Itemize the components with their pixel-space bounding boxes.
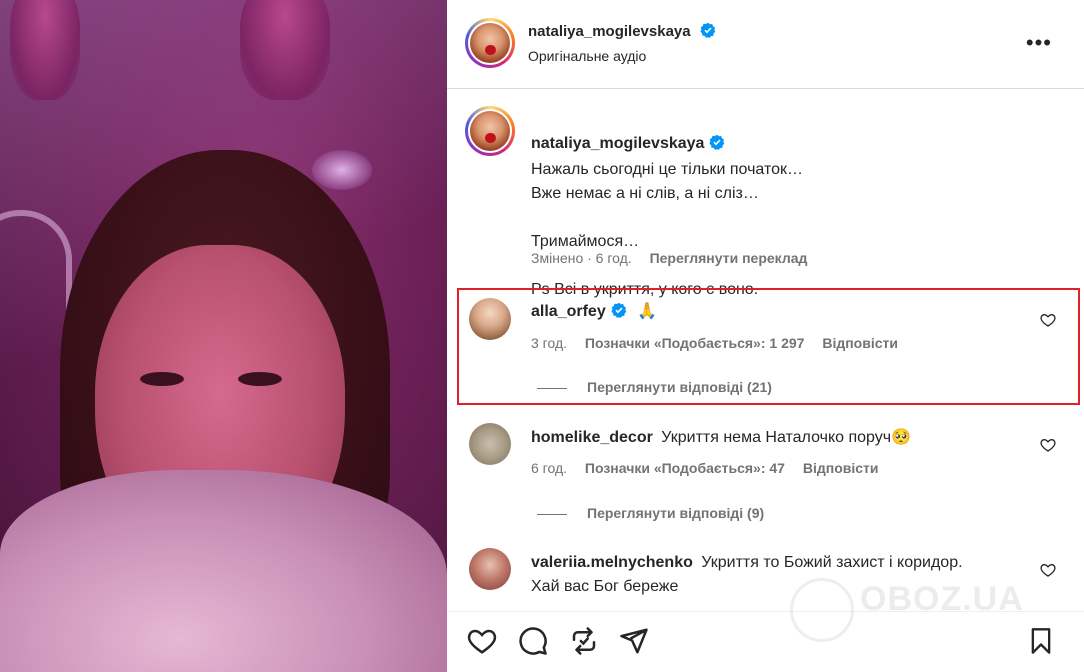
comment-time: 6 год. bbox=[531, 460, 568, 476]
author-username[interactable]: nataliya_mogilevskaya bbox=[528, 23, 691, 40]
comment-bubble-icon[interactable] bbox=[518, 626, 548, 661]
verified-badge-icon bbox=[709, 134, 725, 158]
author-avatar[interactable] bbox=[465, 18, 515, 68]
comment-item: homelike_decor Укриття нема Наталочко по… bbox=[447, 415, 1084, 535]
commenter-avatar[interactable] bbox=[469, 298, 511, 340]
comment-like-heart-icon[interactable] bbox=[1040, 312, 1056, 333]
person-eye bbox=[140, 372, 184, 386]
view-replies-button[interactable]: Переглянути відповіді (21) bbox=[537, 379, 772, 395]
comment-body: valeriia.melnychenko Укриття то Божий за… bbox=[531, 551, 963, 599]
comment-likes[interactable]: Позначки «Подобається»: 1 297 bbox=[585, 335, 805, 351]
post-panel: nataliya_mogilevskaya Оригінальне аудіо … bbox=[447, 0, 1084, 672]
caption-meta: Змінено · 6 год. Переглянути переклад bbox=[531, 250, 807, 266]
post-header: nataliya_mogilevskaya Оригінальне аудіо … bbox=[447, 0, 1084, 89]
lamp-light bbox=[312, 150, 372, 190]
more-options-icon[interactable]: ••• bbox=[1026, 30, 1052, 56]
commenter-username[interactable]: homelike_decor bbox=[531, 429, 653, 446]
view-translation-link[interactable]: Переглянути переклад bbox=[650, 250, 808, 266]
like-heart-icon[interactable] bbox=[467, 626, 497, 661]
commenter-avatar[interactable] bbox=[469, 548, 511, 590]
view-replies-label: Переглянути відповіді (21) bbox=[587, 379, 772, 395]
person-shirt bbox=[0, 470, 447, 672]
reply-button[interactable]: Відповісти bbox=[803, 460, 879, 476]
comment-text-line2: Хай вас Бог береже bbox=[531, 578, 679, 595]
caption-author-avatar[interactable] bbox=[465, 106, 515, 156]
audio-label[interactable]: Оригінальне аудіо bbox=[528, 48, 646, 64]
commenter-username[interactable]: valeriia.melnychenko bbox=[531, 554, 693, 571]
comment-like-heart-icon[interactable] bbox=[1040, 562, 1056, 583]
comment-item: valeriia.melnychenko Укриття то Божий за… bbox=[447, 540, 1084, 612]
comment-text: Укриття то Божий захист і коридор. bbox=[701, 554, 963, 571]
commenter-avatar[interactable] bbox=[469, 423, 511, 465]
comment-like-heart-icon[interactable] bbox=[1040, 437, 1056, 458]
replies-divider bbox=[537, 513, 567, 515]
caption-text: Нажаль сьогодні це тільки початок… Вже н… bbox=[531, 161, 804, 298]
verified-badge-icon bbox=[611, 302, 627, 326]
replies-divider bbox=[537, 387, 567, 389]
caption-edited-time: Змінено · 6 год. bbox=[531, 250, 632, 266]
decor-tassel bbox=[10, 0, 80, 100]
comment-meta: 6 год. Позначки «Подобається»: 47 Відпов… bbox=[531, 460, 893, 476]
share-send-icon[interactable] bbox=[619, 626, 649, 661]
commenter-username[interactable]: alla_orfey bbox=[531, 303, 606, 320]
comment-likes[interactable]: Позначки «Подобається»: 47 bbox=[585, 460, 785, 476]
comment-body: homelike_decor Укриття нема Наталочко по… bbox=[531, 426, 911, 450]
bookmark-icon[interactable] bbox=[1027, 626, 1055, 661]
view-replies-button[interactable]: Переглянути відповіді (9) bbox=[537, 505, 764, 521]
comment-meta: 3 год. Позначки «Подобається»: 1 297 Від… bbox=[531, 335, 912, 351]
verified-badge-icon bbox=[700, 22, 716, 43]
view-replies-label: Переглянути відповіді (9) bbox=[587, 505, 765, 521]
caption-author-username[interactable]: nataliya_mogilevskaya bbox=[531, 135, 704, 152]
comment-text: Укриття нема Наталочко поруч🥺 bbox=[661, 429, 912, 446]
caption-body: nataliya_mogilevskaya Нажаль сьогодні це… bbox=[531, 108, 1051, 302]
comment-body: alla_orfey 🙏 bbox=[531, 300, 657, 326]
author-name-row: nataliya_mogilevskaya bbox=[528, 22, 716, 43]
post-action-bar bbox=[447, 611, 1084, 672]
decor-tassel bbox=[240, 0, 330, 100]
comment-text: 🙏 bbox=[637, 303, 658, 320]
person-eye bbox=[238, 372, 282, 386]
reply-button[interactable]: Відповісти bbox=[822, 335, 898, 351]
video-player[interactable] bbox=[0, 0, 447, 672]
repost-icon[interactable] bbox=[569, 626, 599, 661]
comment-item: alla_orfey 🙏 3 год. Позначки «Подобаєтьс… bbox=[447, 288, 1084, 405]
comment-time: 3 год. bbox=[531, 335, 568, 351]
